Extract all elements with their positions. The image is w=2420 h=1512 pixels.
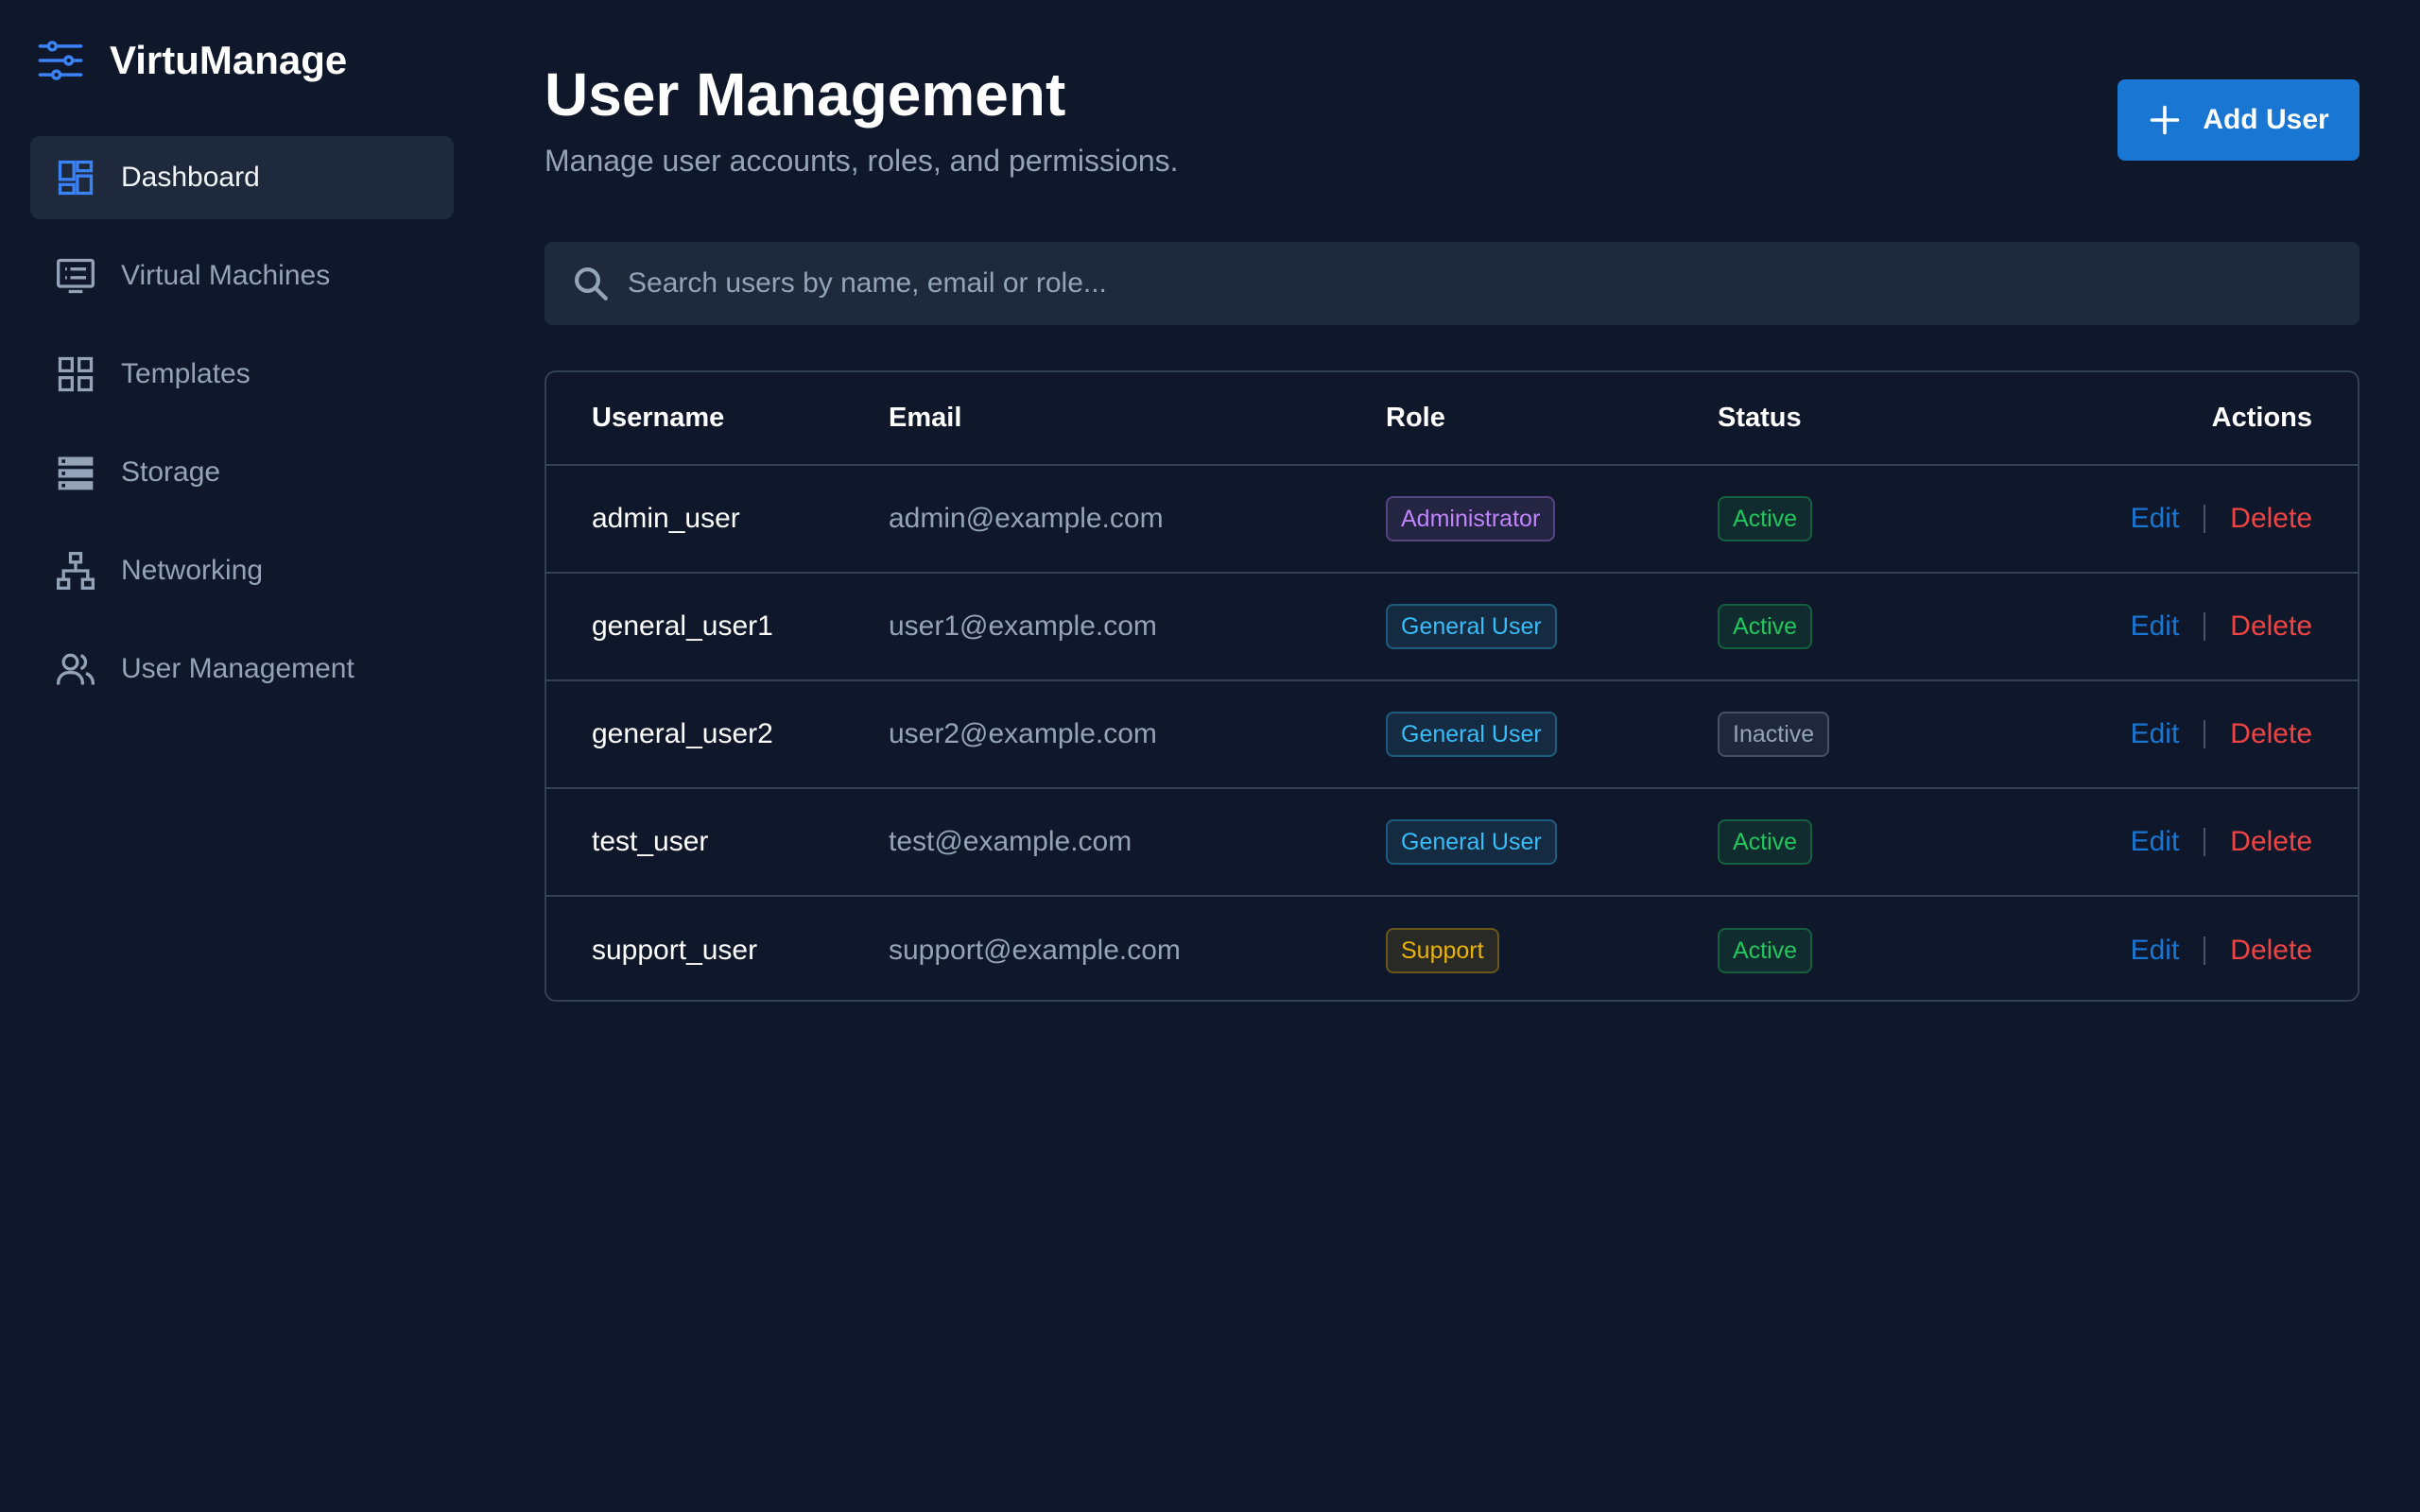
edit-button[interactable]: Edit (2131, 826, 2180, 858)
username-cell: support_user (592, 934, 758, 966)
action-divider (2204, 720, 2206, 748)
column-header-status[interactable]: Status (1718, 372, 2001, 466)
sliders-icon (38, 41, 83, 80)
dashboard-icon (58, 160, 94, 196)
status-badge: Active (1718, 819, 1813, 865)
action-divider (2204, 505, 2206, 533)
sidebar-item-label: User Management (121, 653, 354, 684)
main-content: User Management Manage user accounts, ro… (544, 0, 2360, 1512)
app-name: VirtuManage (110, 38, 348, 82)
table-row[interactable]: test_user test@example.com General User … (546, 788, 2358, 897)
role-badge: Support (1386, 927, 1499, 973)
sidebar-item-label: Storage (121, 456, 221, 488)
sidebar-nav: Dashboard Virtual Machines Templates Sto… (30, 136, 454, 726)
sidebar-item-label: Virtual Machines (121, 260, 331, 291)
add-user-button-label: Add User (2203, 104, 2329, 135)
network-icon (57, 552, 95, 590)
plus-icon (2151, 105, 2180, 135)
username-cell: test_user (546, 788, 889, 897)
table-row[interactable]: general_user1 user1@example.com General … (546, 573, 2358, 681)
sidebar-item-label: Networking (121, 555, 264, 586)
delete-button[interactable]: Delete (2230, 826, 2312, 858)
username-cell: general_user2 (546, 680, 889, 789)
delete-button[interactable]: Delete (2230, 718, 2312, 750)
column-header-role[interactable]: Role (1386, 372, 1718, 466)
sidebar-item-storage[interactable]: Storage (30, 431, 454, 514)
username-cell: admin_user (546, 465, 889, 574)
monitor-list-icon (57, 258, 95, 294)
edit-button[interactable]: Edit (2131, 935, 2180, 967)
username-cell: general_user1 (546, 573, 889, 681)
status-badge: Active (1718, 927, 1813, 973)
sidebar-item-networking[interactable]: Networking (30, 529, 454, 612)
status-badge: Active (1718, 496, 1813, 541)
status-badge: Active (1718, 604, 1813, 649)
storage-icon (58, 456, 94, 490)
email-cell: test@example.com (889, 788, 1386, 897)
column-header-username[interactable]: Username (546, 372, 889, 466)
grid-icon (58, 356, 94, 392)
email-cell: user2@example.com (889, 680, 1386, 789)
column-header-email[interactable]: Email (889, 372, 1386, 466)
role-badge: Administrator (1386, 496, 1556, 541)
sidebar-item-virtual-machines[interactable]: Virtual Machines (30, 234, 454, 318)
column-header-actions: Actions (2001, 372, 2358, 466)
email-cell: user1@example.com (889, 573, 1386, 681)
users-icon (57, 653, 95, 685)
edit-button[interactable]: Edit (2131, 718, 2180, 750)
action-divider (2204, 612, 2206, 641)
brand[interactable]: VirtuManage (36, 36, 347, 85)
edit-button[interactable]: Edit (2131, 610, 2180, 643)
users-table: Username Email Role Status Actions admin… (544, 370, 2360, 1002)
delete-button[interactable]: Delete (2230, 503, 2312, 535)
role-badge: General User (1386, 604, 1557, 649)
sidebar-item-user-management[interactable]: User Management (30, 627, 454, 711)
table-row[interactable]: admin_user admin@example.com Administrat… (546, 465, 2358, 574)
edit-button[interactable]: Edit (2131, 503, 2180, 535)
delete-button[interactable]: Delete (2230, 610, 2312, 643)
delete-button[interactable]: Delete (2230, 935, 2312, 967)
table-row[interactable]: support_user support@example.com Support… (546, 896, 2358, 1000)
status-badge: Inactive (1718, 712, 1830, 757)
search-input[interactable] (628, 267, 2360, 300)
email-cell: support@example.com (889, 934, 1181, 966)
action-divider (2204, 936, 2206, 965)
sidebar-item-label: Templates (121, 358, 251, 389)
role-badge: General User (1386, 819, 1557, 865)
email-cell: admin@example.com (889, 465, 1386, 574)
page-subtitle: Manage user accounts, roles, and permiss… (544, 144, 1179, 178)
role-badge: General User (1386, 712, 1557, 757)
action-divider (2204, 828, 2206, 856)
sidebar-item-templates[interactable]: Templates (30, 333, 454, 416)
sidebar: VirtuManage Dashboard Virtual Machines T… (0, 0, 484, 1512)
page-title: User Management (544, 60, 1066, 129)
sidebar-item-dashboard[interactable]: Dashboard (30, 136, 454, 219)
table-row[interactable]: general_user2 user2@example.com General … (546, 680, 2358, 789)
table-header-row: Username Email Role Status Actions (546, 372, 2358, 466)
sidebar-item-label: Dashboard (121, 162, 260, 193)
search-bar[interactable] (544, 242, 2360, 325)
add-user-button[interactable]: Add User (2118, 79, 2360, 161)
search-icon (575, 267, 608, 301)
